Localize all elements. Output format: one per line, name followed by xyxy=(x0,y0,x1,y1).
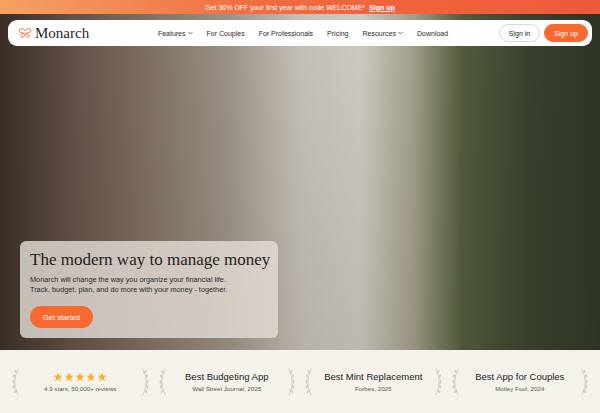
rating-caption: 4.9 stars, 50,000+ reviews xyxy=(44,385,116,392)
nav-link-label: For Couples xyxy=(207,30,245,37)
award-body: Best Mint Replacement Forbes, 2025 xyxy=(324,371,422,392)
hero-section: Monarch Features For Couples For Profession… xyxy=(0,14,600,350)
laurel-right-icon xyxy=(433,367,444,397)
award-body: Best App for Couples Motley Fool, 2024 xyxy=(475,371,564,392)
navbar: Monarch Features For Couples For Profession… xyxy=(8,20,592,46)
hero-card: The modern way to manage money Monarch wi… xyxy=(20,241,278,338)
award-title: Best Mint Replacement xyxy=(324,371,422,382)
laurel-right-icon xyxy=(579,367,590,397)
logo-text: Monarch xyxy=(35,25,89,42)
star-icon xyxy=(64,372,74,382)
promo-text: Get 30% OFF your first year with code WE… xyxy=(205,4,365,11)
award-body: Best Budgeting App Wall Street Journal, 2… xyxy=(185,371,268,392)
nav-link-label: Resources xyxy=(363,30,396,37)
award-source: Motley Fool, 2024 xyxy=(495,385,544,392)
award-body: 4.9 stars, 50,000+ reviews xyxy=(44,372,116,392)
nav-link-label: Pricing xyxy=(327,30,348,37)
award-item: Best App for Couples Motley Fool, 2024 xyxy=(450,367,591,397)
nav-link[interactable]: For Professionals xyxy=(259,30,313,37)
laurel-right-icon xyxy=(140,367,151,397)
logo[interactable]: Monarch xyxy=(18,25,114,42)
award-item: Best Mint Replacement Forbes, 2025 xyxy=(303,367,444,397)
chevron-down-icon xyxy=(188,31,193,35)
nav-link[interactable]: Features xyxy=(158,30,193,37)
award-source: Forbes, 2025 xyxy=(355,385,391,392)
awards-strip: 4.9 stars, 50,000+ reviews Best Budgeting… xyxy=(0,350,600,413)
award-item: 4.9 stars, 50,000+ reviews xyxy=(10,367,151,397)
hero-subtitle: Monarch will change the way you organize… xyxy=(30,275,227,296)
award-source: Wall Street Journal, 2025 xyxy=(192,385,261,392)
award-item: Best Budgeting App Wall Street Journal, 2… xyxy=(157,367,298,397)
nav-link[interactable]: For Couples xyxy=(207,30,245,37)
award-title: Best Budgeting App xyxy=(185,371,268,382)
nav-link[interactable]: Resources xyxy=(363,30,403,37)
get-started-button[interactable]: Get started xyxy=(30,306,93,328)
nav-actions: Sign inSign up xyxy=(492,24,588,42)
butterfly-icon xyxy=(18,28,32,39)
laurel-left-icon xyxy=(450,367,461,397)
nav-link-label: Download xyxy=(417,30,448,37)
nav-link[interactable]: Pricing xyxy=(327,30,348,37)
sign-in-button[interactable]: Sign in xyxy=(499,24,540,42)
subtitle-line: Monarch will change the way you organize… xyxy=(30,275,227,286)
laurel-right-icon xyxy=(286,367,297,397)
subtitle-line: Track, budget, plan, and do more with yo… xyxy=(30,285,227,296)
nav-links: Features For Couples For Professionals Pric… xyxy=(158,30,448,37)
hero-title: The modern way to manage money xyxy=(30,250,270,270)
star-icon xyxy=(97,372,107,382)
award-title: Best App for Couples xyxy=(475,371,564,382)
sign-up-button[interactable]: Sign up xyxy=(544,24,588,42)
nav-link[interactable]: Download xyxy=(417,30,448,37)
landing-page: Get 30% OFF your first year with code WE… xyxy=(0,0,600,413)
promo-signup-link[interactable]: Sign up xyxy=(369,4,395,11)
laurel-left-icon xyxy=(303,367,314,397)
star-icon xyxy=(86,372,96,382)
star-rating xyxy=(53,372,107,382)
star-icon xyxy=(75,372,85,382)
nav-link-label: For Professionals xyxy=(259,30,313,37)
nav-link-label: Features xyxy=(158,30,186,37)
chevron-down-icon xyxy=(398,31,403,35)
promo-bar: Get 30% OFF your first year with code WE… xyxy=(0,0,600,14)
laurel-left-icon xyxy=(10,367,21,397)
laurel-left-icon xyxy=(157,367,168,397)
star-icon xyxy=(53,372,63,382)
